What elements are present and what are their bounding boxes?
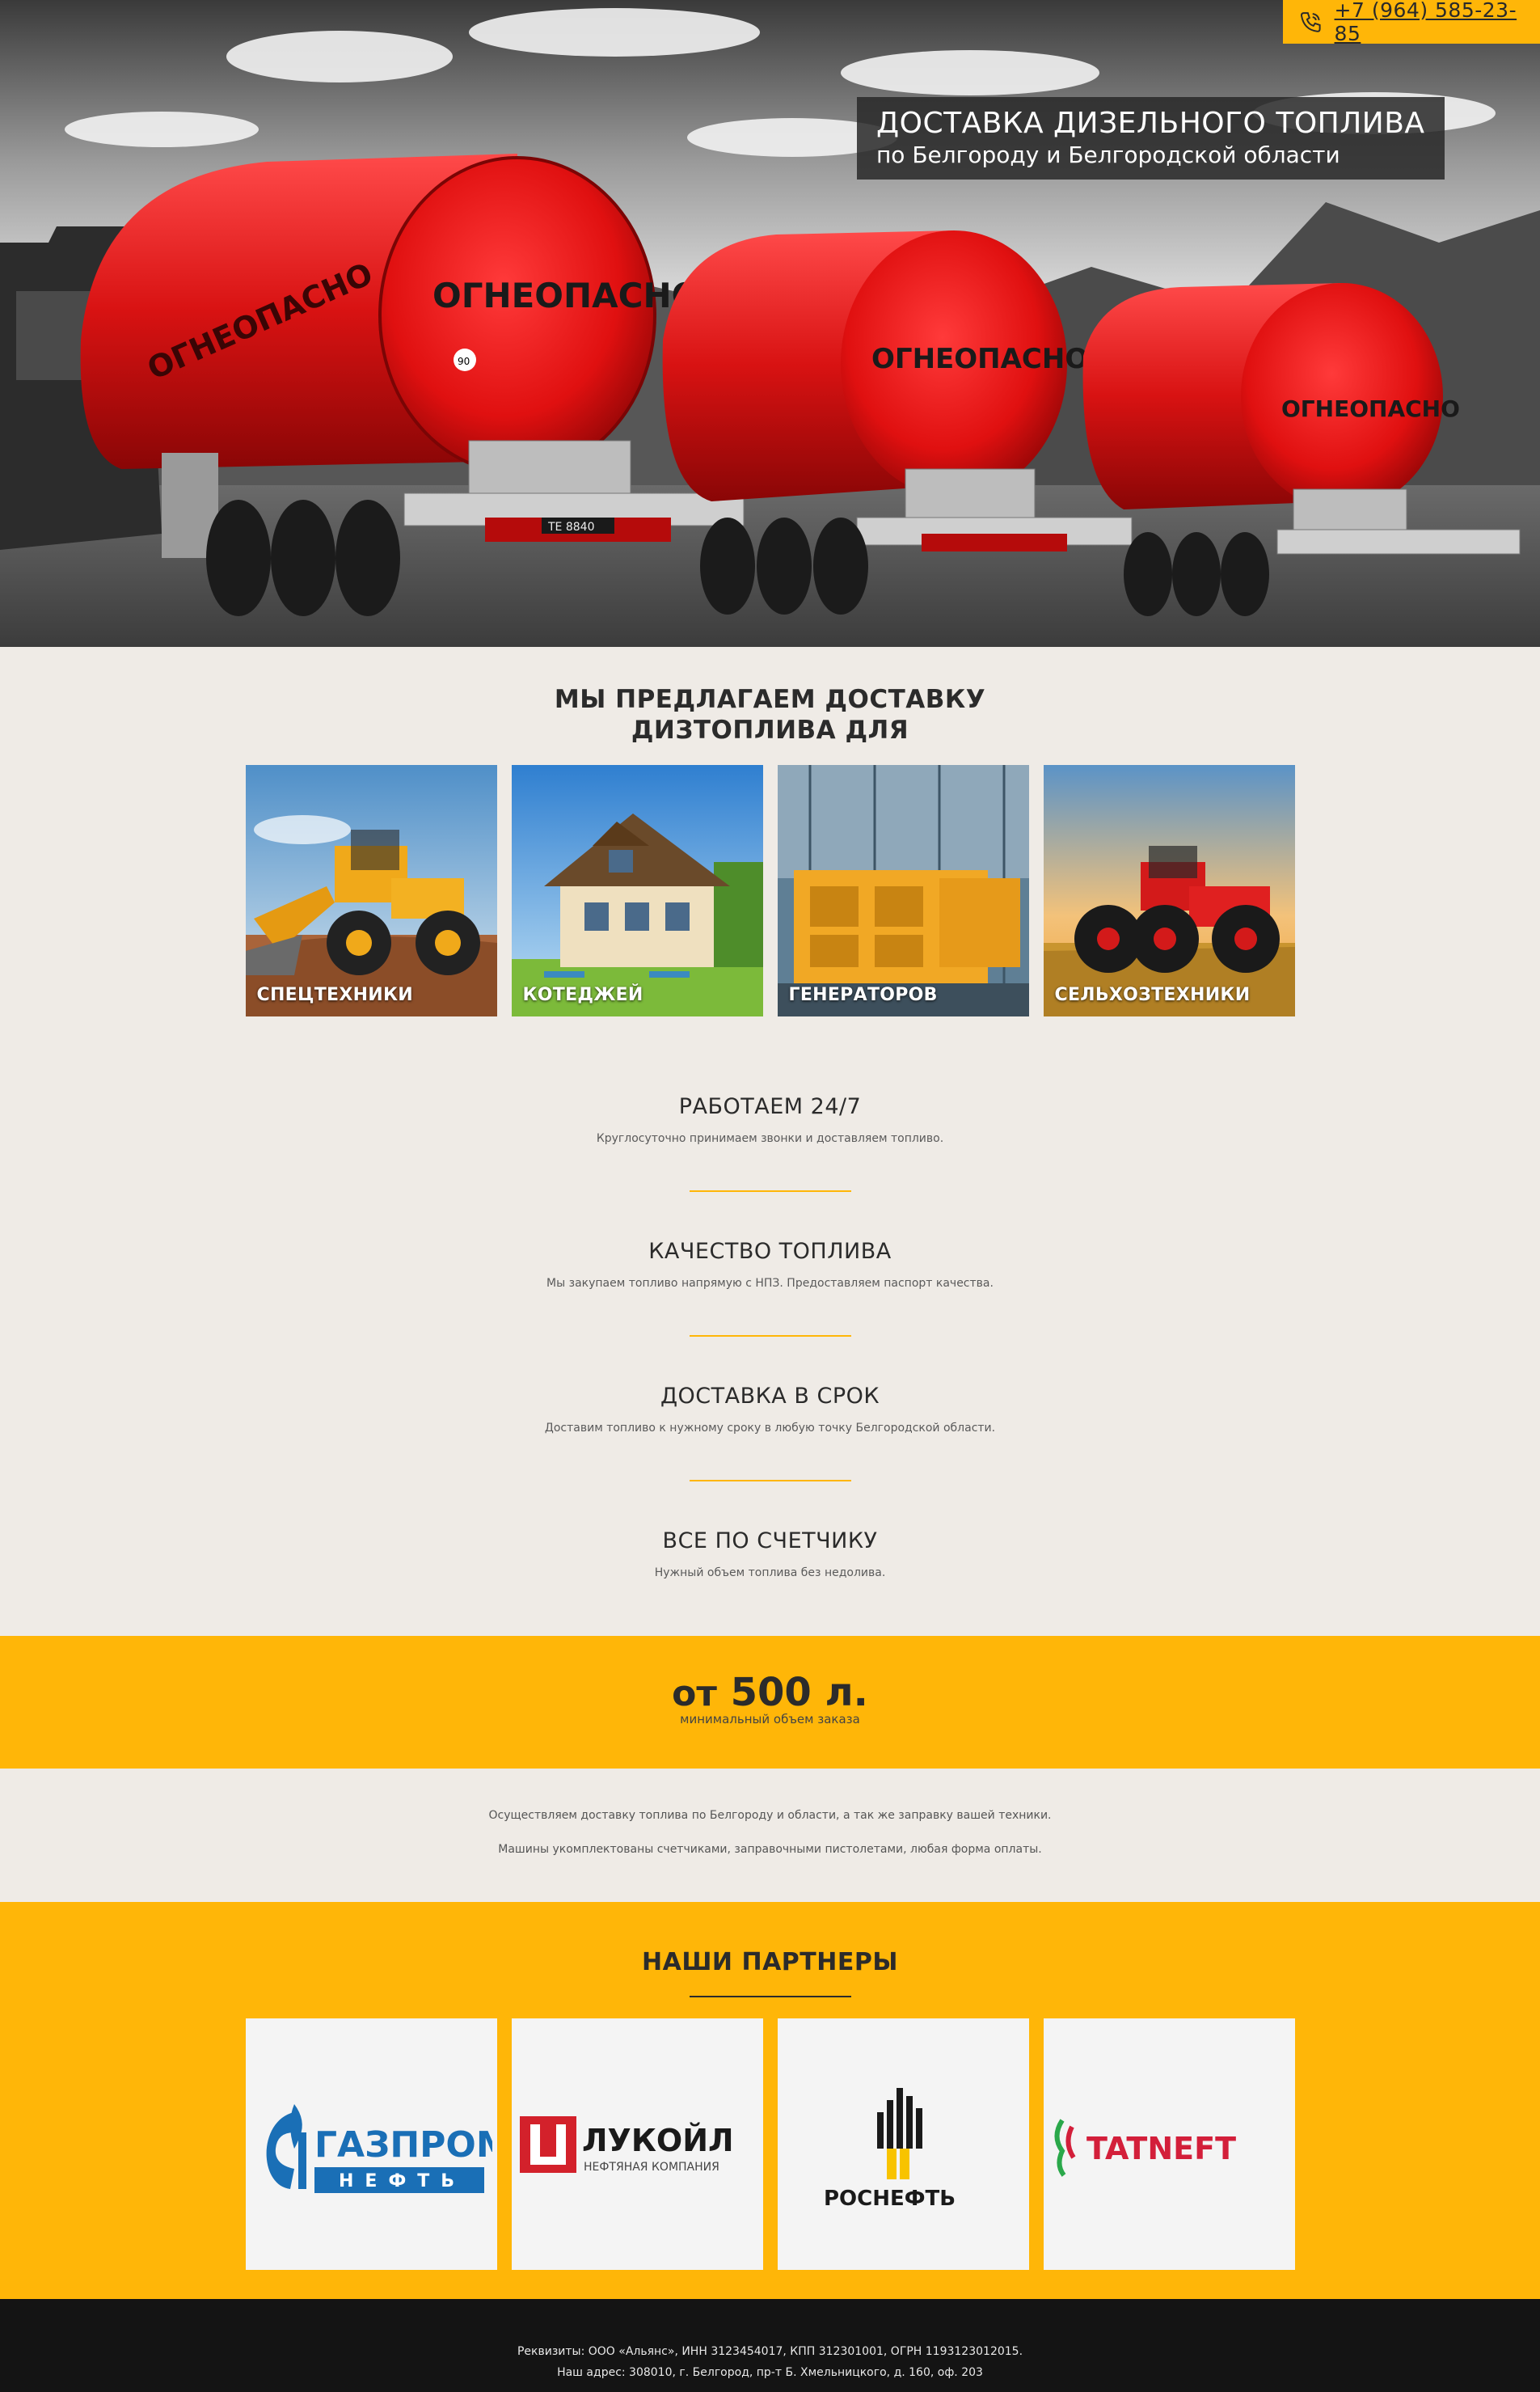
partner-logos: ГАЗПРОМ НЕФТЬ ЛУКОЙЛ НЕФТЯНАЯ КОМПАНИЯ Р… — [0, 2018, 1540, 2270]
phone-bar: +7 (964) 585-23-85 — [1283, 0, 1540, 45]
divider — [689, 1480, 851, 1481]
card-cottages[interactable]: КОТЕДЖЕЙ — [511, 765, 763, 1016]
feature-title: ВСЕ ПО СЧЕТЧИКУ — [662, 1528, 878, 1553]
partners-section: НАШИ ПАРТНЕРЫ ГАЗПРОМ НЕФТЬ ЛУКОЙЛ НЕФТЯ… — [0, 1902, 1540, 2299]
card-special-equipment[interactable]: СПЕЦТЕХНИКИ — [245, 765, 497, 1016]
partner-lukoil[interactable]: ЛУКОЙЛ НЕФТЯНАЯ КОМПАНИЯ — [511, 2018, 763, 2270]
divider — [689, 1335, 851, 1337]
card-label: СЕЛЬХОЗТЕХНИКИ — [1054, 985, 1251, 1005]
offer-title: МЫ ПРЕДЛАГАЕМ ДОСТАВКУ ДИЗТОПЛИВА ДЛЯ — [554, 685, 986, 745]
card-label: КОТЕДЖЕЙ — [522, 985, 643, 1005]
divider — [689, 1190, 851, 1192]
feature-title: ДОСТАВКА В СРОК — [660, 1384, 880, 1409]
page-title: ДОСТАВКА ДИЗЕЛЬНОГО ТОПЛИВА — [876, 107, 1425, 140]
feature-title: РАБОТАЕМ 24/7 — [678, 1094, 862, 1119]
feature-quality: КАЧЕСТВО ТОПЛИВА Мы закупаем топливо нап… — [0, 1239, 1540, 1290]
feature-text: Мы закупаем топливо напрямую с НПЗ. Пред… — [546, 1277, 994, 1290]
svg-text:НЕФТЯНАЯ КОМПАНИЯ: НЕФТЯНАЯ КОМПАНИЯ — [584, 2161, 719, 2174]
feature-text: Круглосуточно принимаем звонки и доставл… — [596, 1132, 944, 1145]
feature-delivery: ДОСТАВКА В СРОК Доставим топливо к нужно… — [0, 1384, 1540, 1435]
feature-text: Нужный объем топлива без недолива. — [654, 1566, 886, 1579]
card-label: СПЕЦТЕХНИКИ — [256, 985, 414, 1005]
tractor-image — [1043, 765, 1295, 1016]
info-line: Машины укомплектованы счетчиками, заправ… — [498, 1843, 1042, 1856]
partner-tatneft[interactable]: TATNEFT — [1043, 2018, 1295, 2270]
min-order-value: от 500 л. — [672, 1670, 868, 1715]
footer: Реквизиты: ООО «Альянс», ИНН 3123454017,… — [0, 2299, 1540, 2392]
card-agricultural[interactable]: СЕЛЬХОЗТЕХНИКИ — [1043, 765, 1295, 1016]
rosneft-logo: РОСНЕФТЬ — [824, 2087, 956, 2211]
house-image — [511, 765, 763, 1016]
divider — [689, 1996, 851, 1997]
card-label: ГЕНЕРАТОРОВ — [788, 985, 938, 1005]
min-order-caption: минимальный объем заказа — [680, 1712, 860, 1726]
card-generators[interactable]: ГЕНЕРАТОРОВ — [777, 765, 1029, 1016]
svg-text:РОСНЕФТЬ: РОСНЕФТЬ — [824, 2187, 956, 2211]
svg-text:90: 90 — [458, 356, 470, 367]
svg-text:ГАЗПРОМ: ГАЗПРОМ — [314, 2124, 492, 2166]
feature-text: Доставим топливо к нужному сроку в любую… — [544, 1422, 996, 1435]
info-section: Осуществляем доставку топлива по Белгоро… — [0, 1769, 1540, 1902]
svg-text:ОГНЕОПАСНО: ОГНЕОПАСНО — [871, 343, 1088, 375]
offer-cards: СПЕЦТЕХНИКИ КОТЕДЖЕЙ ГЕНЕРАТОРОВ СЕЛЬХОЗ… — [0, 765, 1540, 1016]
phone-link[interactable]: +7 (964) 585-23-85 — [1335, 0, 1540, 45]
svg-text:TATNEFT: TATNEFT — [1086, 2131, 1236, 2166]
info-line: Осуществляем доставку топлива по Белгоро… — [488, 1809, 1052, 1822]
svg-text:ОГНЕОПАСНО: ОГНЕОПАСНО — [1281, 395, 1460, 422]
partner-gazprom[interactable]: ГАЗПРОМ НЕФТЬ — [245, 2018, 497, 2270]
lukoil-logo: ЛУКОЙЛ НЕФТЯНАЯ КОМПАНИЯ — [520, 2115, 734, 2174]
svg-text:TE 8840: TE 8840 — [547, 521, 594, 534]
feature-title: КАЧЕСТВО ТОПЛИВА — [648, 1239, 892, 1264]
tatneft-logo: TATNEFT — [1054, 2118, 1236, 2177]
svg-text:ЛУКОЙЛ: ЛУКОЙЛ — [582, 2123, 734, 2158]
hero-title-box: ДОСТАВКА ДИЗЕЛЬНОГО ТОПЛИВА по Белгороду… — [857, 97, 1445, 180]
gazprom-logo: ГАЗПРОМ НЕФТЬ — [266, 2103, 492, 2193]
footer-address: Наш адрес: 308010, г. Белгород, пр-т Б. … — [557, 2366, 983, 2379]
loader-image — [245, 765, 497, 1016]
footer-requisites: Реквизиты: ООО «Альянс», ИНН 3123454017,… — [517, 2345, 1023, 2358]
partner-rosneft[interactable]: РОСНЕФТЬ — [777, 2018, 1029, 2270]
min-order-section: от 500 л. минимальный объем заказа — [0, 1636, 1540, 1769]
features-section: РАБОТАЕМ 24/7 Круглосуточно принимаем зв… — [0, 1016, 1540, 1636]
page-subtitle: по Белгороду и Белгородской области — [876, 142, 1340, 168]
generator-image — [777, 765, 1029, 1016]
partners-title: НАШИ ПАРТНЕРЫ — [642, 1948, 898, 1976]
phone-icon — [1300, 12, 1321, 32]
hero-banner: ОГНЕОПАСНО ОГНЕОПАСНО 90 TE 8840 ОГНЕОПА… — [0, 0, 1540, 647]
svg-text:НЕФТЬ: НЕФТЬ — [339, 2171, 466, 2191]
feature-24-7: РАБОТАЕМ 24/7 Круглосуточно принимаем зв… — [0, 1094, 1540, 1145]
offer-section: МЫ ПРЕДЛАГАЕМ ДОСТАВКУ ДИЗТОПЛИВА ДЛЯ СПЕ… — [0, 647, 1540, 1016]
feature-meter: ВСЕ ПО СЧЕТЧИКУ Нужный объем топлива без… — [0, 1528, 1540, 1579]
svg-text:ОГНЕОПАСНО: ОГНЕОПАСНО — [432, 276, 700, 315]
